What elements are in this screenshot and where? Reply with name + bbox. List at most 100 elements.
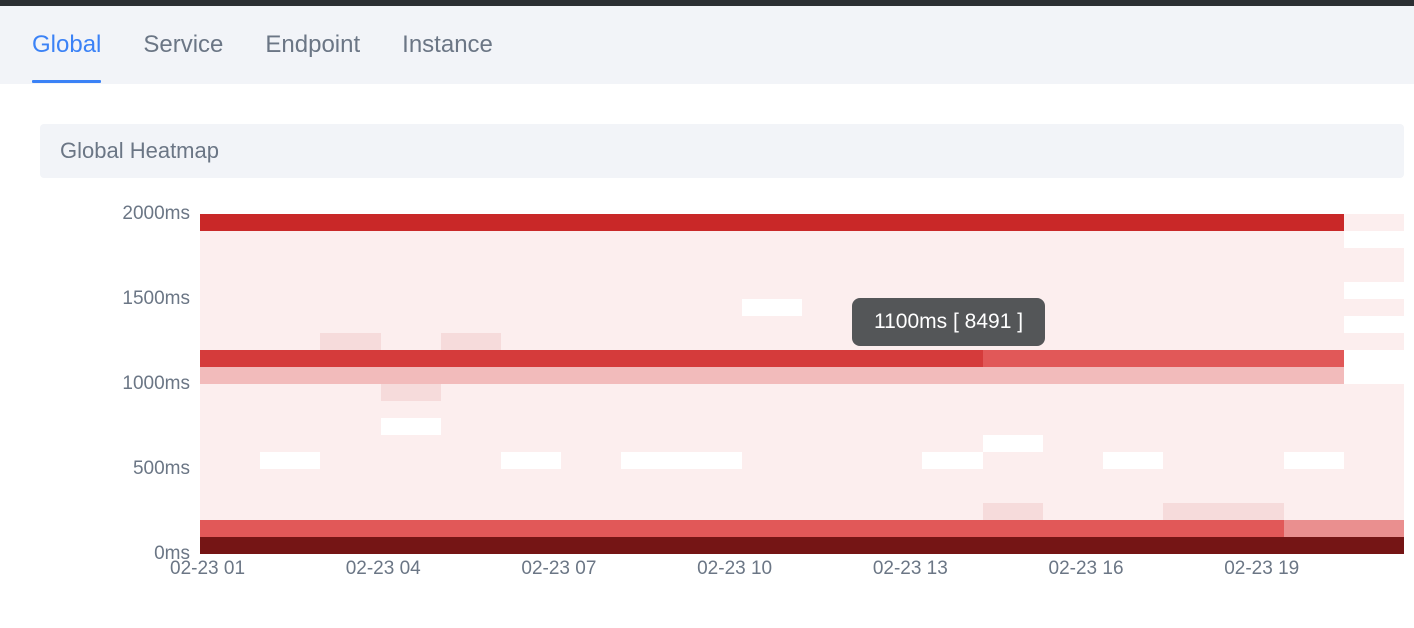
heatmap-cell[interactable] — [561, 299, 621, 316]
heatmap-cell[interactable] — [1284, 299, 1344, 316]
heatmap-cell[interactable] — [381, 316, 441, 333]
heatmap-cell[interactable] — [200, 350, 260, 367]
heatmap-cell[interactable] — [1163, 333, 1223, 350]
heatmap-cell[interactable] — [1103, 333, 1163, 350]
heatmap-cell[interactable] — [1043, 367, 1103, 384]
heatmap-cell[interactable] — [1223, 401, 1283, 418]
heatmap-cell[interactable] — [1163, 350, 1223, 367]
heatmap-cell[interactable] — [983, 384, 1043, 401]
heatmap-cell[interactable] — [682, 384, 742, 401]
heatmap-cell[interactable] — [1043, 503, 1103, 520]
heatmap-cell[interactable] — [200, 503, 260, 520]
heatmap-cell[interactable] — [1163, 282, 1223, 299]
heatmap-cell[interactable] — [742, 350, 802, 367]
heatmap-cell[interactable] — [561, 316, 621, 333]
heatmap-cell[interactable] — [561, 214, 621, 231]
heatmap-cell[interactable] — [381, 231, 441, 248]
heatmap-cell[interactable] — [742, 537, 802, 554]
heatmap-cell[interactable] — [983, 418, 1043, 435]
heatmap-cell[interactable] — [802, 265, 862, 282]
heatmap-cell[interactable] — [320, 520, 380, 537]
heatmap-cell[interactable] — [742, 248, 802, 265]
heatmap-cell[interactable] — [320, 503, 380, 520]
heatmap-cell[interactable] — [561, 282, 621, 299]
heatmap-cell[interactable] — [802, 214, 862, 231]
heatmap-cell[interactable] — [260, 452, 320, 469]
heatmap-cell[interactable] — [922, 503, 982, 520]
heatmap-cell[interactable] — [501, 367, 561, 384]
heatmap-cell[interactable] — [200, 520, 260, 537]
heatmap-cell[interactable] — [381, 418, 441, 435]
heatmap-cell[interactable] — [862, 418, 922, 435]
heatmap-cell[interactable] — [621, 401, 681, 418]
heatmap-cell[interactable] — [862, 520, 922, 537]
heatmap-cell[interactable] — [1284, 418, 1344, 435]
heatmap-cell[interactable] — [682, 231, 742, 248]
heatmap-cell[interactable] — [1043, 333, 1103, 350]
heatmap-cell[interactable] — [742, 452, 802, 469]
heatmap-cell[interactable] — [862, 367, 922, 384]
heatmap-cell[interactable] — [320, 469, 380, 486]
heatmap-cell[interactable] — [1043, 248, 1103, 265]
heatmap-cell[interactable] — [1344, 367, 1404, 384]
heatmap-cell[interactable] — [1043, 469, 1103, 486]
heatmap-cell[interactable] — [1344, 231, 1404, 248]
heatmap-cell[interactable] — [1223, 537, 1283, 554]
heatmap-cell[interactable] — [320, 452, 380, 469]
heatmap-cell[interactable] — [501, 469, 561, 486]
heatmap-cell[interactable] — [802, 367, 862, 384]
heatmap-cell[interactable] — [983, 316, 1043, 333]
heatmap-cell[interactable] — [260, 418, 320, 435]
heatmap-cell[interactable] — [1344, 214, 1404, 231]
heatmap-cell[interactable] — [441, 248, 501, 265]
heatmap-cell[interactable] — [501, 299, 561, 316]
heatmap-cell[interactable] — [742, 316, 802, 333]
heatmap-cell[interactable] — [260, 248, 320, 265]
heatmap-cell[interactable] — [862, 486, 922, 503]
heatmap-cell[interactable] — [742, 503, 802, 520]
heatmap-cell[interactable] — [621, 503, 681, 520]
heatmap-cell[interactable] — [1043, 299, 1103, 316]
heatmap-cell[interactable] — [501, 333, 561, 350]
heatmap-cell[interactable] — [200, 214, 260, 231]
heatmap-cell[interactable] — [621, 486, 681, 503]
heatmap-cell[interactable] — [381, 333, 441, 350]
heatmap-cell[interactable] — [260, 299, 320, 316]
heatmap-cell[interactable] — [983, 350, 1043, 367]
heatmap-cell[interactable] — [922, 265, 982, 282]
heatmap-cell[interactable] — [1344, 333, 1404, 350]
heatmap-cell[interactable] — [1103, 452, 1163, 469]
heatmap-cell[interactable] — [1043, 265, 1103, 282]
heatmap-cell[interactable] — [742, 367, 802, 384]
heatmap-cell[interactable] — [922, 299, 982, 316]
heatmap-cell[interactable] — [802, 537, 862, 554]
heatmap-cell[interactable] — [1223, 367, 1283, 384]
heatmap-cell[interactable] — [501, 435, 561, 452]
heatmap-cell[interactable] — [862, 350, 922, 367]
heatmap-cell[interactable] — [1344, 265, 1404, 282]
heatmap-cell[interactable] — [682, 486, 742, 503]
heatmap-cell[interactable] — [922, 350, 982, 367]
heatmap-cell[interactable] — [922, 469, 982, 486]
heatmap-cell[interactable] — [561, 503, 621, 520]
heatmap-cell[interactable] — [441, 282, 501, 299]
heatmap-cell[interactable] — [1043, 282, 1103, 299]
heatmap-cell[interactable] — [862, 231, 922, 248]
heatmap-cell[interactable] — [200, 418, 260, 435]
heatmap-cell[interactable] — [200, 435, 260, 452]
heatmap-cell[interactable] — [922, 401, 982, 418]
heatmap-cell[interactable] — [1043, 486, 1103, 503]
tab-endpoint[interactable]: Endpoint — [265, 7, 360, 83]
heatmap-cell[interactable] — [621, 231, 681, 248]
heatmap-cell[interactable] — [1344, 316, 1404, 333]
heatmap-grid[interactable]: 1100ms [ 8491 ] — [200, 214, 1404, 554]
heatmap-cell[interactable] — [862, 282, 922, 299]
heatmap-cell[interactable] — [1163, 401, 1223, 418]
heatmap-cell[interactable] — [1223, 384, 1283, 401]
heatmap-cell[interactable] — [802, 469, 862, 486]
heatmap-cell[interactable] — [200, 537, 260, 554]
heatmap-cell[interactable] — [682, 418, 742, 435]
heatmap-cell[interactable] — [983, 299, 1043, 316]
heatmap-cell[interactable] — [1103, 316, 1163, 333]
heatmap-cell[interactable] — [1284, 452, 1344, 469]
